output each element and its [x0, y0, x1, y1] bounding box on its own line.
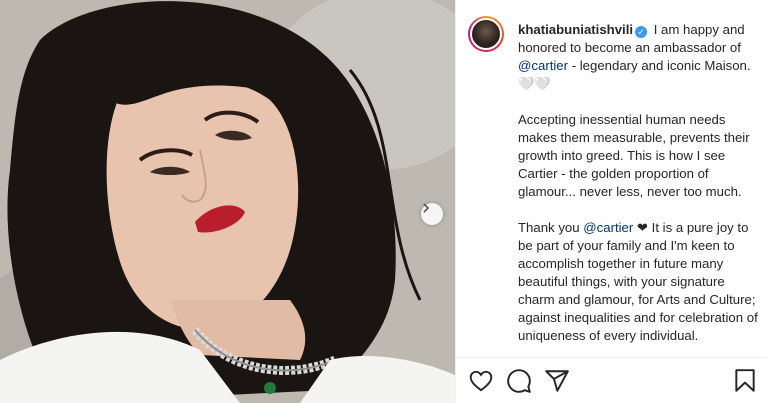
like-button[interactable] — [468, 368, 494, 394]
caption-paragraph-3: Thank you @cartier ❤ It is a pure joy to… — [518, 219, 758, 345]
mention-link[interactable]: @cartier — [583, 220, 633, 235]
paper-plane-icon — [545, 370, 569, 392]
next-photo-button[interactable] — [421, 203, 443, 225]
caption-paragraph-2: Accepting inessential human needs makes … — [518, 112, 750, 199]
bookmark-icon — [735, 369, 755, 392]
verified-badge-icon: ✓ — [635, 26, 648, 38]
comment-icon — [507, 369, 531, 393]
heart-icon — [469, 370, 493, 392]
mention-link[interactable]: @cartier — [518, 58, 568, 73]
avatar-image — [470, 18, 502, 50]
avatar[interactable] — [468, 16, 504, 52]
caption-text: Thank you — [518, 220, 584, 235]
post-side-panel: khatiabuniatishvili ✓ I am happy and hono… — [455, 0, 767, 403]
save-button[interactable] — [732, 368, 758, 394]
comment-button[interactable] — [506, 368, 532, 394]
username-link[interactable]: khatiabuniatishvili — [518, 22, 633, 37]
portrait-image — [0, 0, 455, 403]
caption-text: ❤ It is a pure joy to be part of your fa… — [518, 220, 758, 343]
action-bar — [456, 365, 767, 395]
post-photo[interactable] — [0, 0, 455, 403]
post-caption: khatiabuniatishvili ✓ I am happy and hono… — [518, 21, 758, 363]
caption-paragraph-1: khatiabuniatishvili ✓ I am happy and hono… — [518, 21, 758, 93]
share-button[interactable] — [544, 368, 570, 394]
caption-area: khatiabuniatishvili ✓ I am happy and hono… — [456, 0, 767, 357]
divider — [456, 357, 767, 358]
chevron-right-icon — [423, 203, 430, 213]
